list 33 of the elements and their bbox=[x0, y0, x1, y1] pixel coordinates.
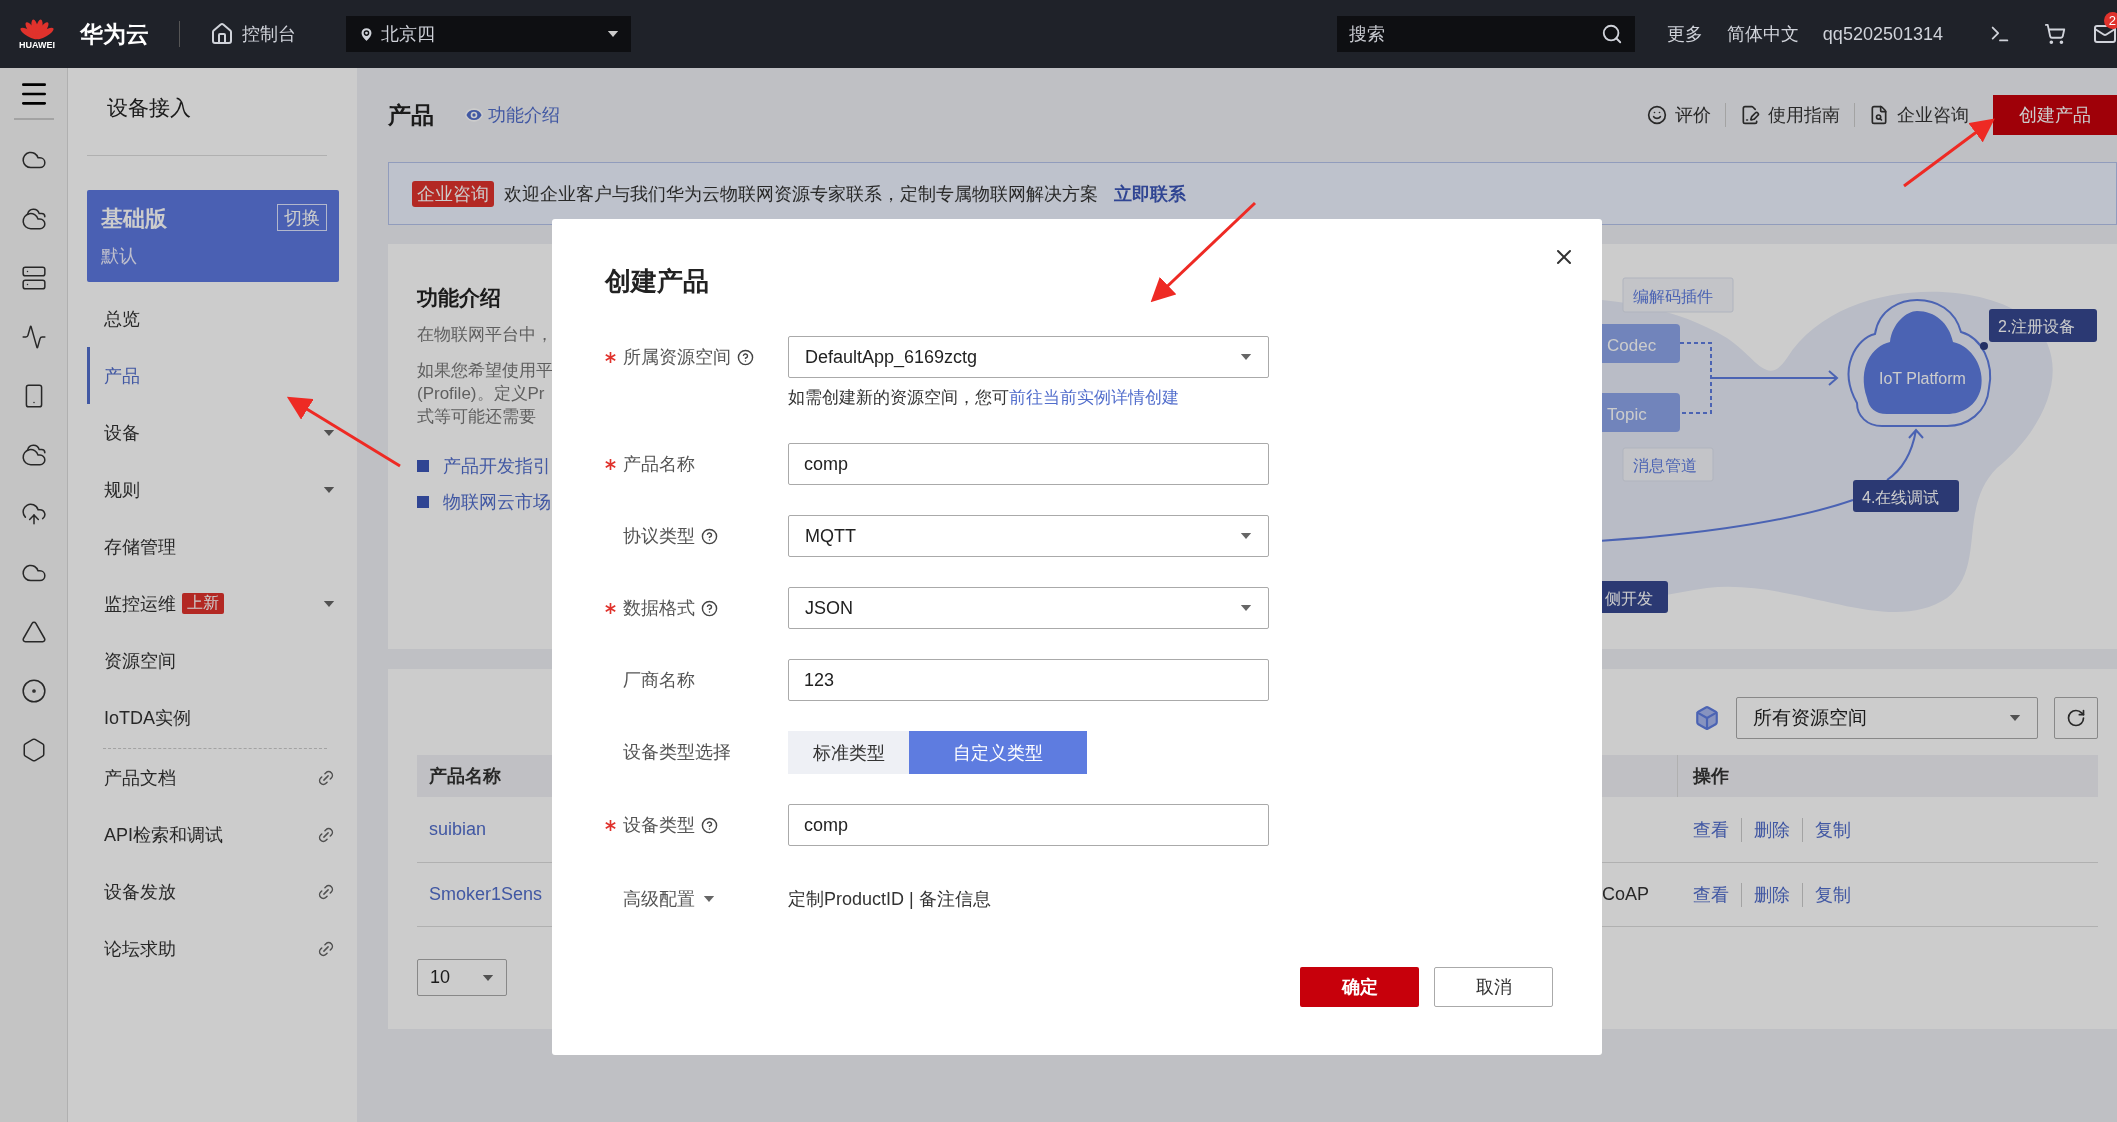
field-label: 产品名称 bbox=[623, 453, 695, 476]
diagram-label: IoT Platform bbox=[1879, 370, 1966, 387]
diagram-label: Topic bbox=[1607, 405, 1647, 424]
page-title: 产品 bbox=[388, 100, 434, 130]
banner-text: 欢迎企业客户与我们华为云物联网资源专家联系，定制专属物联网解决方案 bbox=[504, 182, 1098, 206]
new-tag: 上新 bbox=[182, 593, 224, 614]
intro-text: 式等可能还需要 bbox=[417, 406, 536, 428]
edition-name: 基础版 bbox=[101, 205, 167, 233]
diagram-label: 2.注册设备 bbox=[1998, 318, 2076, 335]
logo-text: HUAWEI bbox=[19, 40, 55, 50]
field-label: 设备类型 bbox=[623, 814, 695, 837]
field-label: 数据格式 bbox=[623, 597, 695, 620]
dialog-title: 创建产品 bbox=[605, 265, 710, 296]
sidebar-title: 设备接入 bbox=[87, 68, 327, 156]
field-label: 所属资源空间 bbox=[623, 346, 731, 369]
advanced-options: 定制ProductID | 备注信息 bbox=[788, 878, 991, 920]
section-title: 功能介绍 bbox=[417, 285, 502, 311]
diagram-label: 侧开发 bbox=[1605, 590, 1653, 607]
field-label: 厂商名称 bbox=[623, 669, 695, 692]
edition-subtitle: 默认 bbox=[101, 245, 138, 268]
diagram-label: 编解码插件 bbox=[1633, 288, 1713, 305]
intro-text: 在物联网平台中， bbox=[417, 324, 553, 346]
diagram-label: Codec bbox=[1607, 336, 1657, 355]
diagram-label: 4.在线调试 bbox=[1862, 489, 1940, 506]
diagram-label: 消息管道 bbox=[1633, 457, 1697, 474]
notification-badge: 2 bbox=[2103, 12, 2117, 29]
consult-tag: 企业咨询 bbox=[412, 180, 494, 207]
field-label: 协议类型 bbox=[623, 525, 695, 548]
protocol-cell: CoAP bbox=[1602, 884, 1650, 905]
column-header: 操作 bbox=[1677, 755, 2098, 797]
intro-text: 如果您希望使用平 bbox=[417, 360, 553, 382]
intro-text: (Profile)。定义Pr bbox=[417, 383, 545, 405]
field-hint: 如需创建新的资源空间，您可前往当前实例详情创建 bbox=[788, 387, 1180, 409]
